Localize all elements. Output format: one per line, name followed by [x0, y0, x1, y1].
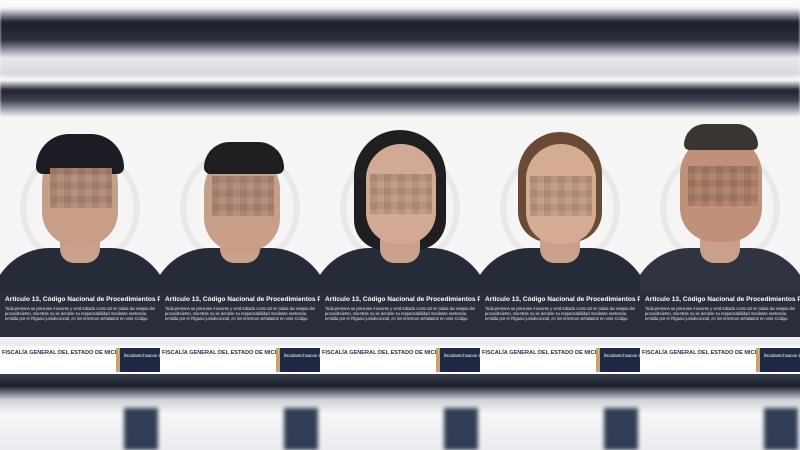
footer-bar: FISCALÍA GENERAL DEL ESTADO DE MICHOACÁN…: [640, 346, 800, 374]
separator: [160, 337, 320, 346]
person-panel-1: Artículo 13, Código Nacional de Procedim…: [0, 118, 160, 374]
pixelated-eyes: [688, 166, 758, 206]
hair: [204, 142, 284, 174]
blurred-badge: [284, 408, 318, 450]
caption-title: Artículo 13, Código Nacional de Procedim…: [165, 296, 320, 303]
person-panel-2: Artículo 13, Código Nacional de Procedim…: [160, 118, 320, 374]
caption-title: Artículo 13, Código Nacional de Procedim…: [5, 296, 160, 303]
blurred-badge: [124, 408, 158, 450]
agency-name: FISCALÍA GENERAL DEL ESTADO DE MICHOACÁN: [162, 350, 300, 356]
caption-title: Artículo 13, Código Nacional de Procedim…: [325, 296, 480, 303]
person-panel-4: Artículo 13, Código Nacional de Procedim…: [480, 118, 640, 374]
pixelated-eyes: [50, 168, 112, 208]
separator: [480, 337, 640, 346]
footer-bar: FISCALÍA GENERAL DEL ESTADO DE MICHOACÁN…: [160, 346, 320, 374]
legal-caption: Artículo 13, Código Nacional de Procedim…: [480, 293, 640, 337]
agency-name: FISCALÍA GENERAL DEL ESTADO DE MICHOACÁN: [2, 350, 140, 356]
legal-caption: Artículo 13, Código Nacional de Procedim…: [0, 293, 160, 337]
caption-title: Artículo 13, Código Nacional de Procedim…: [645, 296, 800, 303]
caption-body: Toda persona se presume inocente y será …: [5, 306, 155, 322]
caption-body: Toda persona se presume inocente y será …: [165, 306, 315, 322]
agency-name: FISCALÍA GENERAL DEL ESTADO DE MICHOACÁN: [642, 350, 780, 356]
caption-body: Toda persona se presume inocente y será …: [325, 306, 475, 322]
short-hair: [684, 124, 758, 150]
caption-body: Toda persona se presume inocente y será …: [645, 306, 795, 322]
person-panel-3: Artículo 13, Código Nacional de Procedim…: [320, 118, 480, 374]
social-handle: fiscaliamichoacan @FiscaliaMich: [600, 348, 640, 372]
pixelated-eyes: [530, 176, 592, 216]
caption-body: Toda persona se presume inocente y será …: [485, 306, 635, 322]
agency-name: FISCALÍA GENERAL DEL ESTADO DE MICHOACÁN: [482, 350, 620, 356]
separator: [0, 337, 160, 346]
legal-caption: Artículo 13, Código Nacional de Procedim…: [640, 293, 800, 337]
blurred-badge: [604, 408, 638, 450]
footer-bar: FISCALÍA GENERAL DEL ESTADO DE MICHOACÁN…: [320, 346, 480, 374]
blurred-background-bottom: [0, 374, 800, 450]
legal-caption: Artículo 13, Código Nacional de Procedim…: [320, 293, 480, 337]
photo-1: [0, 118, 160, 293]
photo-5: [640, 118, 800, 293]
photo-2: [160, 118, 320, 293]
social-handle: fiscaliamichoacan @FiscaliaMich: [760, 348, 800, 372]
agency-name: FISCALÍA GENERAL DEL ESTADO DE MICHOACÁN: [322, 350, 460, 356]
legal-caption: Artículo 13, Código Nacional de Procedim…: [160, 293, 320, 337]
caption-title: Artículo 13, Código Nacional de Procedim…: [485, 296, 640, 303]
footer-bar: FISCALÍA GENERAL DEL ESTADO DE MICHOACÁN…: [0, 346, 160, 374]
footer-bar: FISCALÍA GENERAL DEL ESTADO DE MICHOACÁN…: [480, 346, 640, 374]
blurred-badge: [444, 408, 478, 450]
photo-3: [320, 118, 480, 293]
separator: [320, 337, 480, 346]
pixelated-eyes: [370, 174, 432, 214]
photo-4: [480, 118, 640, 293]
pixelated-eyes: [212, 176, 274, 216]
mugshot-strip: Artículo 13, Código Nacional de Procedim…: [0, 118, 800, 374]
social-handle: fiscaliamichoacan @FiscaliaMich: [440, 348, 480, 372]
blurred-badge: [764, 408, 798, 450]
social-handle: fiscaliamichoacan @FiscaliaMich: [280, 348, 320, 372]
person-panel-5: Artículo 13, Código Nacional de Procedim…: [640, 118, 800, 374]
separator: [640, 337, 800, 346]
social-handle: fiscaliamichoacan @FiscaliaMich: [120, 348, 160, 372]
blurred-background-top: [0, 0, 800, 118]
